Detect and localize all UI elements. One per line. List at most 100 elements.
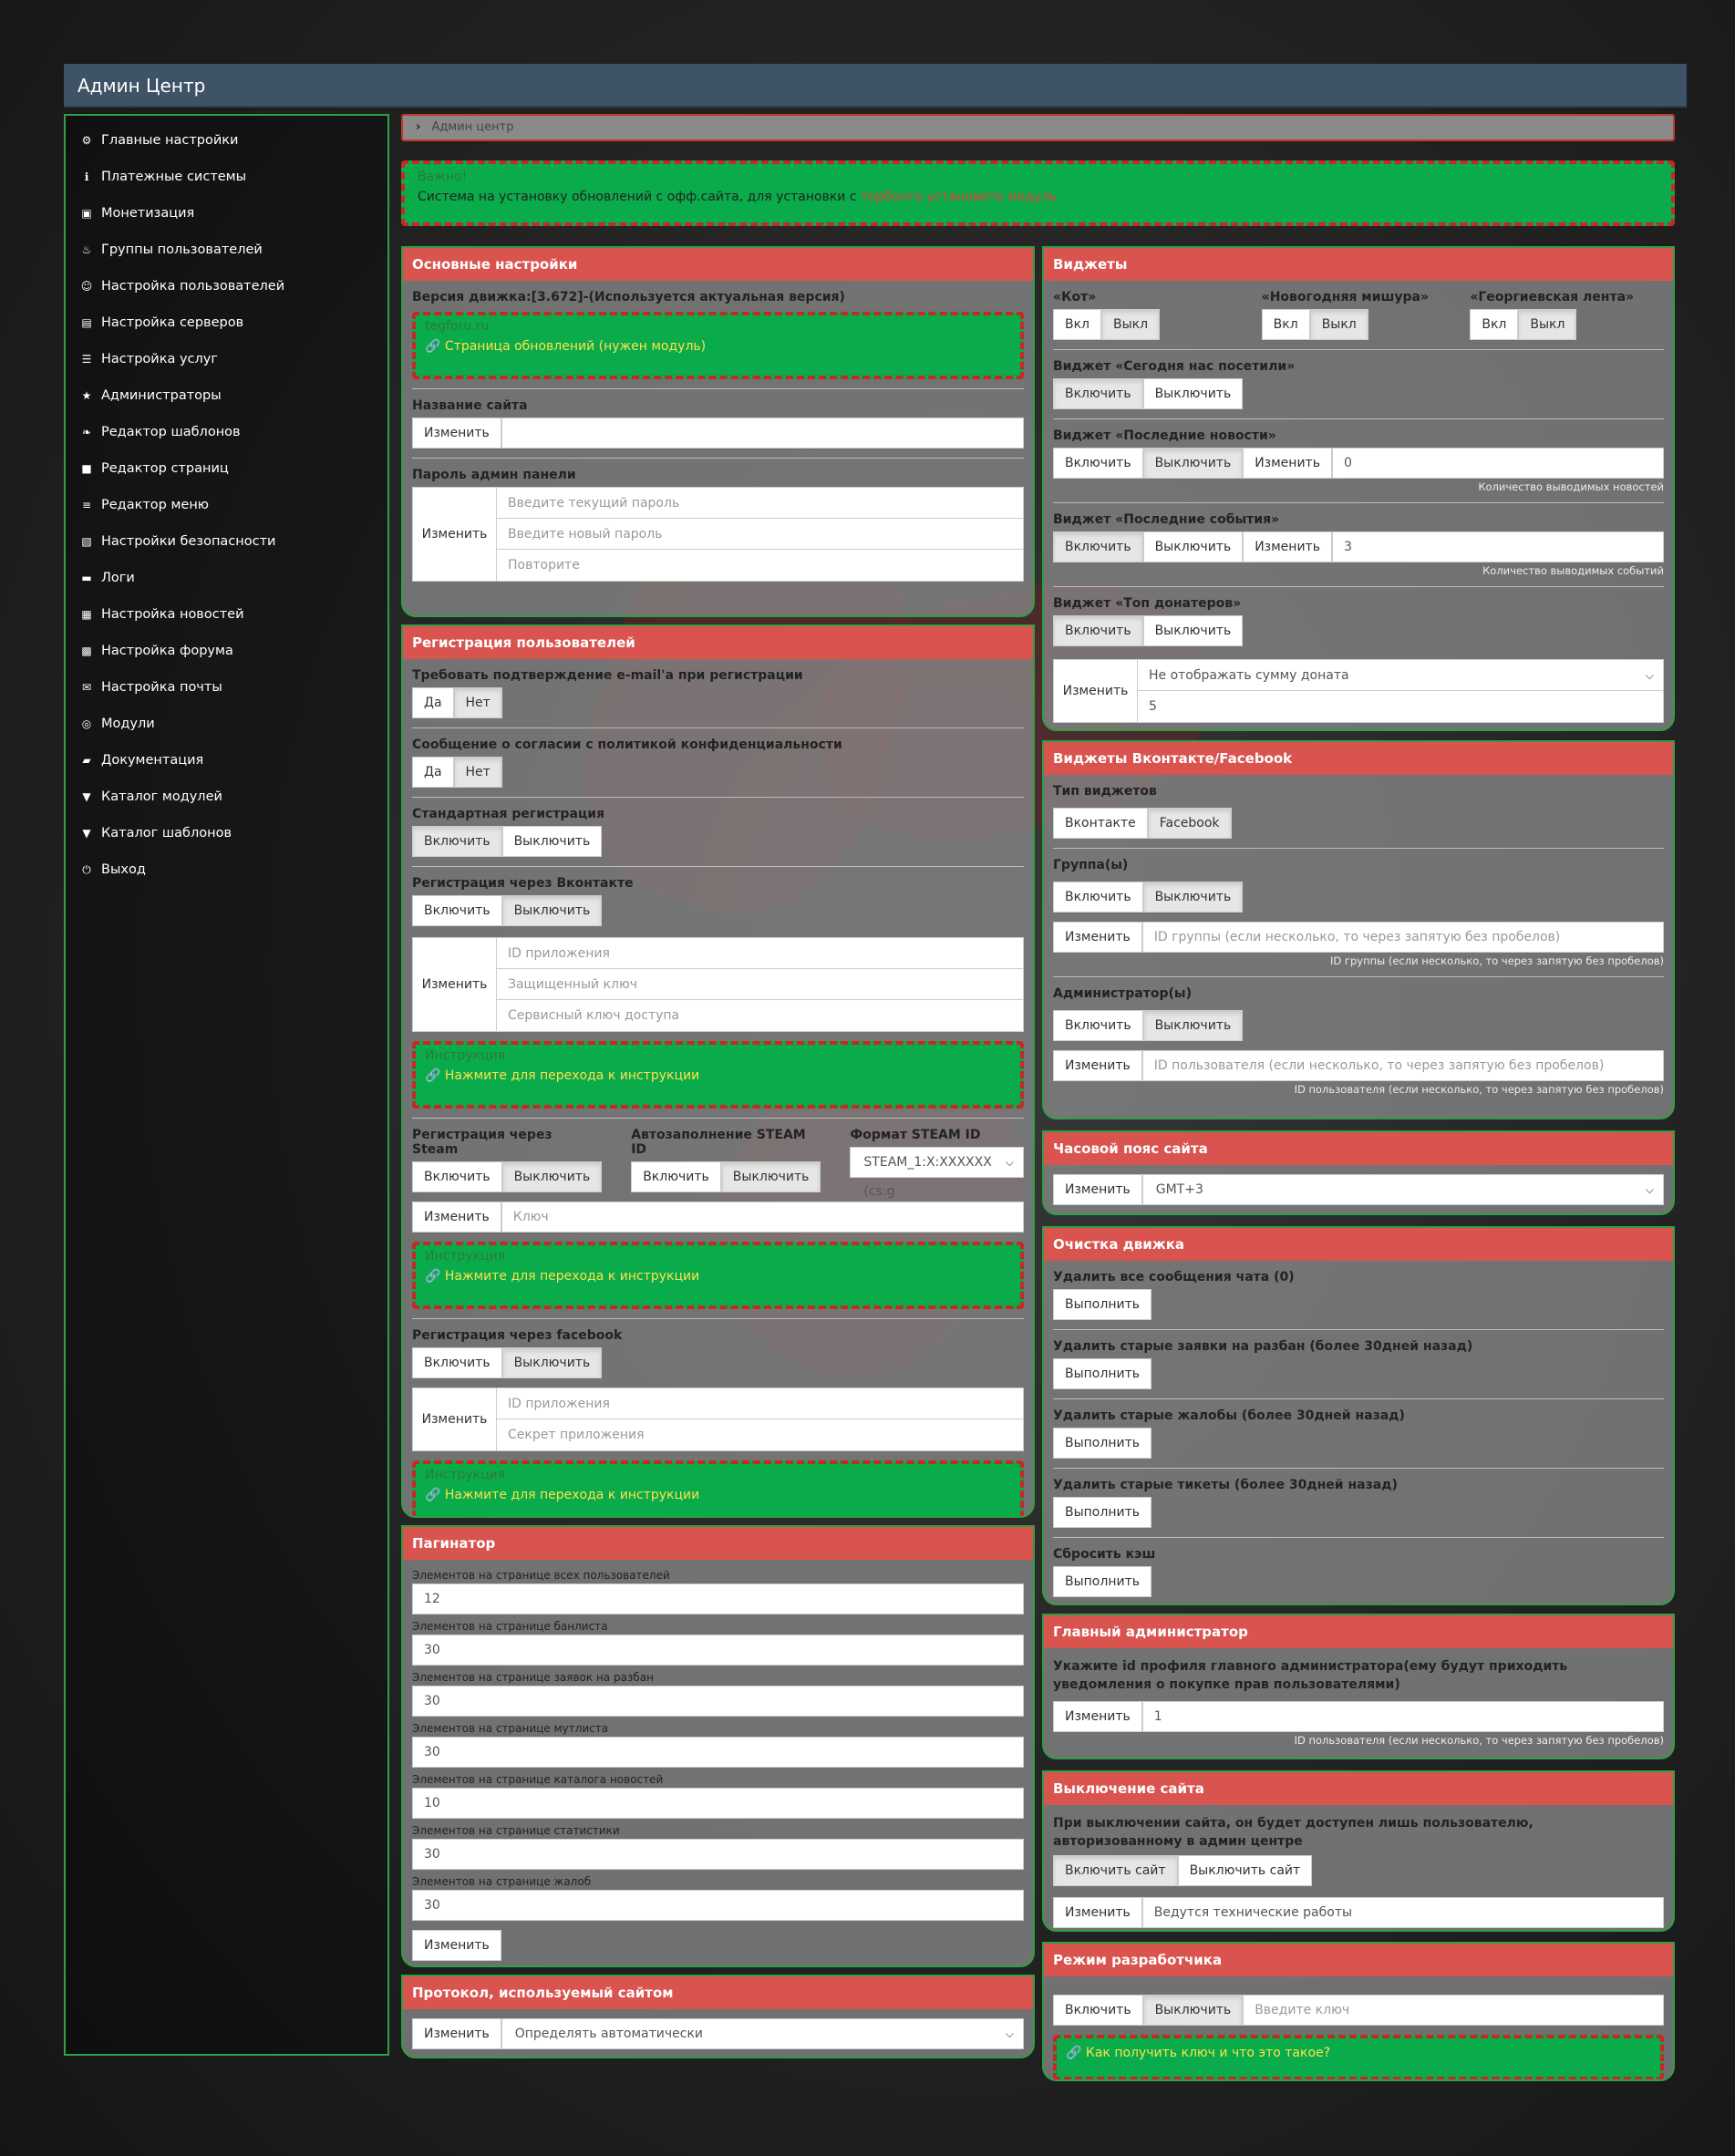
vk-instruction-link[interactable]: 🔗 Нажмите для перехода к инструкции bbox=[425, 1068, 1011, 1083]
email-confirm-no[interactable]: Нет bbox=[453, 687, 502, 718]
site-disable-button[interactable]: Выключить сайт bbox=[1177, 1855, 1313, 1886]
site-enable-button[interactable]: Включить сайт bbox=[1053, 1855, 1178, 1886]
vk-secure-key-input[interactable]: Защищенный ключ bbox=[497, 969, 1023, 1000]
admins-disable[interactable]: Выключить bbox=[1142, 1010, 1244, 1041]
tinsel-widget-off[interactable]: Выкл bbox=[1309, 309, 1368, 340]
steam-instruction-link[interactable]: 🔗 Нажмите для перехода к инструкции bbox=[425, 1269, 1011, 1284]
paginator-field-input[interactable]: 30 bbox=[412, 1839, 1024, 1870]
paginator-field-input[interactable]: 30 bbox=[412, 1686, 1024, 1717]
sidebar-item[interactable]: ☺ Настройка пользователей bbox=[66, 268, 387, 304]
sidebar-item[interactable]: ✉ Настройка почты bbox=[66, 669, 387, 706]
paginator-field-input[interactable]: 12 bbox=[412, 1583, 1024, 1614]
sidebar-item[interactable]: ⏻ Выход bbox=[66, 851, 387, 888]
privacy-yes[interactable]: Да bbox=[412, 757, 454, 788]
privacy-no[interactable]: Нет bbox=[453, 757, 502, 788]
email-confirm-yes[interactable]: Да bbox=[412, 687, 454, 718]
change-admins-button[interactable]: Изменить bbox=[1053, 1050, 1142, 1081]
steam-autofill-disable[interactable]: Выключить bbox=[720, 1161, 821, 1192]
new-password-input[interactable]: Введите новый пароль bbox=[497, 519, 1023, 550]
events-widget-disable[interactable]: Выключить bbox=[1142, 531, 1244, 562]
ribbon-widget-off[interactable]: Выкл bbox=[1518, 309, 1577, 340]
notice-link[interactable]: торбонго установите модуль bbox=[861, 190, 1058, 204]
sidebar-item[interactable]: ▣ Монетизация bbox=[66, 195, 387, 232]
widget-type-fb[interactable]: Facebook bbox=[1147, 808, 1232, 839]
devmode-key-input[interactable]: Введите ключ bbox=[1243, 1995, 1664, 2026]
change-steam-key-button[interactable]: Изменить bbox=[412, 1202, 501, 1233]
events-count-change[interactable]: Изменить bbox=[1243, 531, 1332, 562]
events-count-input[interactable]: 3 bbox=[1331, 531, 1664, 562]
fb-app-secret-input[interactable]: Секрет приложения bbox=[497, 1419, 1023, 1450]
fb-reg-enable[interactable]: Включить bbox=[412, 1347, 502, 1378]
sidebar-item[interactable]: ☰ Настройка услуг bbox=[66, 341, 387, 377]
cleanup-run-button[interactable]: Выполнить bbox=[1053, 1497, 1152, 1528]
change-timezone-button[interactable]: Изменить bbox=[1053, 1174, 1142, 1205]
donators-widget-disable[interactable]: Выключить bbox=[1142, 615, 1244, 646]
donators-widget-enable[interactable]: Включить bbox=[1053, 615, 1143, 646]
paginator-field-input[interactable]: 30 bbox=[412, 1737, 1024, 1768]
repeat-password-input[interactable]: Повторите bbox=[497, 550, 1023, 581]
vk-reg-disable[interactable]: Выключить bbox=[501, 895, 603, 926]
steam-reg-disable[interactable]: Выключить bbox=[501, 1161, 603, 1192]
change-protocol-button[interactable]: Изменить bbox=[412, 2018, 501, 2049]
change-donators-button[interactable]: Изменить bbox=[1054, 660, 1138, 722]
cleanup-run-button[interactable]: Выполнить bbox=[1053, 1566, 1152, 1597]
main-admin-id-input[interactable]: 1 bbox=[1141, 1701, 1664, 1732]
updates-link[interactable]: 🔗 Страница обновлений (нужен модуль) bbox=[425, 339, 1011, 354]
timezone-select[interactable]: GMT+3 ⌵ bbox=[1141, 1174, 1664, 1205]
cleanup-run-button[interactable]: Выполнить bbox=[1053, 1358, 1152, 1389]
sidebar-item[interactable]: ▤ Настройка серверов bbox=[66, 304, 387, 341]
widget-type-vk[interactable]: Вконтакте bbox=[1053, 808, 1148, 839]
fb-instruction-link[interactable]: 🔗 Нажмите для перехода к инструкции bbox=[425, 1488, 1011, 1502]
sidebar-item[interactable]: ▼ Каталог модулей bbox=[66, 779, 387, 815]
admins-enable[interactable]: Включить bbox=[1053, 1010, 1143, 1041]
steam-reg-enable[interactable]: Включить bbox=[412, 1161, 502, 1192]
news-widget-enable[interactable]: Включить bbox=[1053, 448, 1143, 479]
cat-widget-off[interactable]: Выкл bbox=[1101, 309, 1161, 340]
cleanup-run-button[interactable]: Выполнить bbox=[1053, 1289, 1152, 1320]
devmode-enable[interactable]: Включить bbox=[1053, 1995, 1143, 2026]
shutdown-message-input[interactable]: Ведутся технические работы bbox=[1141, 1897, 1664, 1928]
tinsel-widget-on[interactable]: Вкл bbox=[1261, 309, 1310, 340]
site-name-input[interactable] bbox=[501, 418, 1024, 449]
standard-reg-disable[interactable]: Выключить bbox=[501, 826, 603, 857]
vk-service-key-input[interactable]: Сервисный ключ доступа bbox=[497, 1000, 1023, 1031]
groups-enable[interactable]: Включить bbox=[1053, 882, 1143, 913]
steam-format-select[interactable]: STEAM_1:X:XXXXXX (cs:g ⌵ bbox=[850, 1147, 1024, 1199]
donators-count-input[interactable]: 5 bbox=[1138, 691, 1663, 722]
paginator-field-input[interactable]: 10 bbox=[412, 1788, 1024, 1819]
sidebar-item[interactable]: ▬ Логи bbox=[66, 560, 387, 596]
events-widget-enable[interactable]: Включить bbox=[1053, 531, 1143, 562]
vk-app-id-input[interactable]: ID приложения bbox=[497, 938, 1023, 969]
breadcrumb-item[interactable]: Админ центр bbox=[432, 120, 514, 134]
sidebar-item[interactable]: ▩ Настройка форума bbox=[66, 633, 387, 669]
news-widget-disable[interactable]: Выключить bbox=[1142, 448, 1244, 479]
sidebar-item[interactable]: ▰ Документация bbox=[66, 742, 387, 779]
sidebar-item[interactable]: ★ Администраторы bbox=[66, 377, 387, 414]
sidebar-item[interactable]: ▦ Настройка новостей bbox=[66, 596, 387, 633]
standard-reg-enable[interactable]: Включить bbox=[412, 826, 502, 857]
sidebar-item[interactable]: ♨ Группы пользователей bbox=[66, 232, 387, 268]
paginator-field-input[interactable]: 30 bbox=[412, 1635, 1024, 1666]
visitors-widget-enable[interactable]: Включить bbox=[1053, 378, 1143, 409]
paginator-field-input[interactable]: 30 bbox=[412, 1890, 1024, 1921]
devmode-info-link[interactable]: 🔗 Как получить ключ и что это такое? bbox=[1066, 2046, 1651, 2060]
change-fb-keys-button[interactable]: Изменить bbox=[413, 1388, 497, 1450]
news-count-change[interactable]: Изменить bbox=[1243, 448, 1332, 479]
change-shutdown-message-button[interactable]: Изменить bbox=[1053, 1897, 1142, 1928]
sidebar-item[interactable]: ❧ Редактор шаблонов bbox=[66, 414, 387, 450]
vk-reg-enable[interactable]: Включить bbox=[412, 895, 502, 926]
change-main-admin-button[interactable]: Изменить bbox=[1053, 1701, 1142, 1732]
change-password-button[interactable]: Изменить bbox=[413, 488, 497, 581]
steam-key-input[interactable]: Ключ bbox=[501, 1202, 1024, 1233]
sidebar-item[interactable]: ⚙ Главные настройки bbox=[66, 122, 387, 159]
groups-disable[interactable]: Выключить bbox=[1142, 882, 1244, 913]
paginator-save-button[interactable]: Изменить bbox=[412, 1930, 501, 1961]
sidebar-item[interactable]: ≡ Редактор меню bbox=[66, 487, 387, 523]
news-count-input[interactable]: 0 bbox=[1331, 448, 1664, 479]
devmode-disable[interactable]: Выключить bbox=[1142, 1995, 1244, 2026]
group-ids-input[interactable]: ID группы (если несколько, то через запя… bbox=[1141, 922, 1664, 953]
sidebar-item[interactable]: ▧ Настройки безопасности bbox=[66, 523, 387, 560]
protocol-select[interactable]: Определять автоматически ⌵ bbox=[501, 2018, 1024, 2049]
steam-autofill-enable[interactable]: Включить bbox=[631, 1161, 721, 1192]
visitors-widget-disable[interactable]: Выключить bbox=[1142, 378, 1244, 409]
